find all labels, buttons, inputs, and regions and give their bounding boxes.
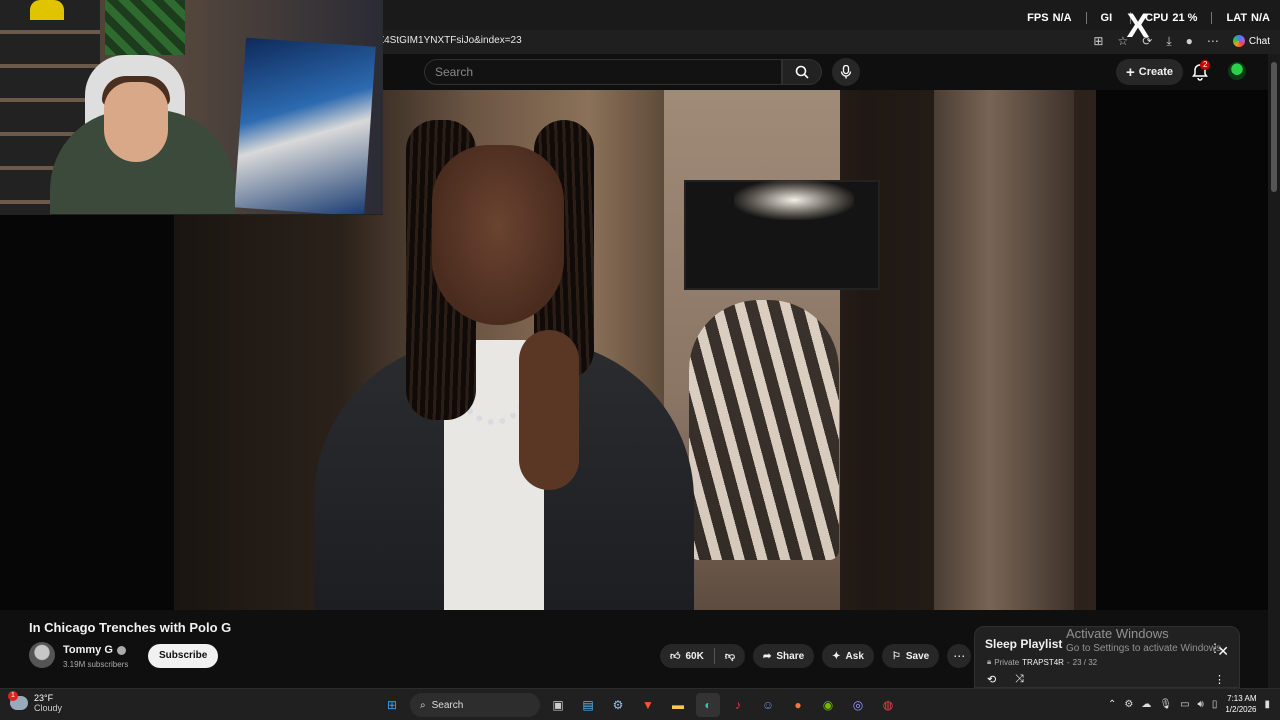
playlist-title[interactable]: Sleep Playlist [985,637,1062,651]
copilot-icon [1232,35,1245,47]
weather-widget[interactable]: 1 23°F Cloudy [8,691,62,713]
apps-icon[interactable]: ⊞ [1093,34,1103,48]
address-bar[interactable]: Z4StGIM1YNXTFsiJo&index=23 [378,31,1038,51]
taskbar-apps: ⊞ ⌕ Search ▣ ▤ ⚙ ▼ ▬ ◐ ♪ ☺ ● ◉ ◎ ◍ [380,693,900,717]
microphone-icon [840,65,852,79]
search-icon [795,65,809,79]
profile-avatar-icon[interactable]: ● [1186,34,1193,48]
system-tray: ⌃ ⚙ ☁ 🎙︎ ▭ 🔊︎ ▯ 7:13 AM 1/2/2026 ▮ [1108,693,1270,715]
extensions-icon[interactable]: ⟳ [1142,34,1152,48]
thumbs-up-icon: 👍︎ [670,651,681,662]
playlist-owner[interactable]: TRAPST4R [1022,658,1064,667]
channel-avatar[interactable] [29,642,55,668]
gpu-stat: GI [1100,12,1113,24]
sparkle-icon: ✦ [832,650,841,662]
notepad-icon[interactable]: ▤ [576,693,600,717]
page-scrollbar[interactable] [1268,54,1280,688]
webcam-overlay [0,0,383,215]
windows-taskbar: 1 23°F Cloudy ⊞ ⌕ Search ▣ ▤ ⚙ ▼ ▬ ◐ ♪ ☺… [0,688,1280,720]
favorite-star-icon[interactable]: ☆ [1117,34,1128,48]
verified-badge-icon [116,645,126,655]
share-arrow-icon: ➦ [762,650,772,662]
playlist-menu-icon[interactable]: ⋮ [1214,673,1225,686]
nvidia-icon[interactable]: ◉ [816,693,840,717]
save-button[interactable]: ⚐ Save [881,644,940,668]
ask-button[interactable]: ✦ Ask [822,644,874,668]
discord-icon[interactable]: ☺ [756,693,780,717]
bookmark-icon: ⚐ [891,650,901,662]
steam-tray-icon[interactable]: ⚙ [1124,699,1133,710]
dislike-button[interactable]: 👎︎ [715,644,745,668]
subscribe-button[interactable]: Subscribe [148,644,219,668]
shuffle-icon[interactable]: ⤨ [1015,673,1024,686]
notification-center-icon[interactable]: ▮ [1264,699,1270,710]
search-icon: ⌕ [420,699,426,711]
file-explorer-icon[interactable]: ▬ [666,693,690,717]
playlist-panel: Sleep Playlist 🔒︎ Private TRAPST4R - 23 … [974,626,1240,688]
lat-stat: LAT N/A [1226,12,1270,24]
system-clock[interactable]: 7:13 AM 1/2/2026 [1225,693,1256,715]
screen: FPS N/A GI CPU 21 % LAT N/A X Z4StGIM1YNXTF… [0,0,1280,720]
obs-icon[interactable]: ◎ [846,693,870,717]
video-title: In Chicago Trenches with Polo G [29,620,232,635]
volume-icon[interactable]: 🔊︎ [1198,699,1204,710]
download-icon[interactable]: ⤓ [1166,34,1171,49]
steam-icon[interactable]: ⚙ [606,693,630,717]
thumbs-down-icon: 👎︎ [724,651,735,662]
edge-icon[interactable]: ◐ [696,693,720,717]
playlist-position: 23 / 32 [1072,657,1098,667]
plus-icon: + [1126,63,1135,81]
search-button[interactable] [782,59,822,85]
network-icon[interactable]: ▭ [1180,699,1189,710]
weather-alert-badge: 1 [8,691,18,701]
firefox-icon[interactable]: ● [786,693,810,717]
share-button[interactable]: ➦ Share [752,644,815,668]
microphone-icon[interactable]: 🎙︎ [1159,699,1172,710]
cloud-sync-icon[interactable]: ☁ [1141,699,1151,710]
windows-start-icon[interactable]: ⊞ [380,693,404,717]
search-input[interactable]: Search [424,59,782,85]
scroll-thumb[interactable] [1271,62,1277,192]
channel-name[interactable]: Tommy G [63,644,126,656]
account-avatar[interactable] [1228,62,1246,80]
task-view-icon[interactable]: ▣ [546,693,570,717]
taskbar-search[interactable]: ⌕ Search [410,693,540,717]
fps-stat: FPS N/A [1027,12,1072,24]
chevron-up-icon[interactable]: ⌃ [1108,699,1116,710]
playlist-meta: 🔒︎ Private TRAPST4R - 23 / 32 [987,657,1098,667]
chrome-icon[interactable]: ◍ [876,693,900,717]
like-button[interactable]: 👍︎ 60K [660,644,714,668]
subscriber-count: 3.19M subscribers [63,660,129,669]
voice-search-button[interactable] [832,58,860,86]
battery-icon[interactable]: ▯ [1212,699,1218,710]
lock-icon: 🔒︎ [987,657,992,666]
video-actions: 👍︎ 60K 👎︎ ➦ Share ✦ Ask ⚐ Save ⋯ [660,644,972,668]
cloud-icon: 1 [8,691,28,710]
loop-icon[interactable]: ⟲ [987,673,996,686]
more-horizontal-icon: ⋯ [953,649,966,663]
tiktok-icon[interactable]: ♪ [726,693,750,717]
like-dislike-group: 👍︎ 60K 👎︎ [660,644,745,668]
create-button[interactable]: + Create [1116,59,1184,85]
browser-toolbar: ⊞ ☆ ⟳ ⤓ ● ⋯ Chat [1093,31,1270,51]
more-actions-button[interactable]: ⋯ [947,644,972,668]
close-icon[interactable]: ✕ [1217,643,1229,660]
copilot-chat-button[interactable]: Chat [1232,35,1270,47]
brave-icon[interactable]: ▼ [636,693,660,717]
more-options-icon[interactable]: ⋯ [1207,34,1219,48]
